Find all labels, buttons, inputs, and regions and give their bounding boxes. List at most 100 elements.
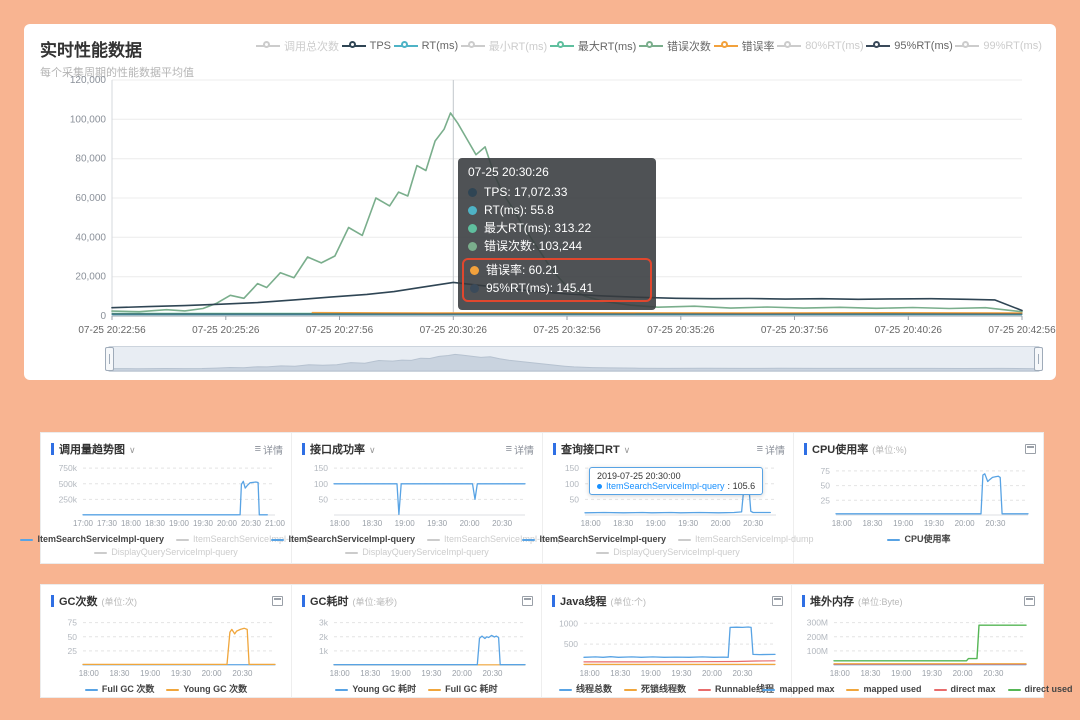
svg-text:250k: 250k — [59, 494, 78, 504]
svg-text:07-25 20:42:56: 07-25 20:42:56 — [988, 325, 1056, 336]
legend-item[interactable]: mapped used — [846, 683, 922, 696]
expand-icon[interactable] — [772, 596, 783, 606]
legend-item[interactable]: ItemSearchServiceImpl-query — [522, 533, 666, 546]
detail-link[interactable]: ≡ 详情 — [757, 442, 785, 457]
cpu-usage-chart[interactable]: 25 50 75 18:00 18:30 19:00 19:30 20:00 20:30 — [800, 457, 1038, 531]
legend-item[interactable]: 死锁线程数 — [623, 683, 686, 696]
legend-item[interactable]: DisplayQueryServiceImpl-query — [94, 546, 238, 559]
legend-item[interactable]: Young GC 次数 — [166, 683, 247, 696]
card-title-dropdown[interactable]: 接口成功率 ∨ — [310, 440, 376, 458]
series-dot — [468, 241, 477, 251]
legend-item[interactable]: 95%RT(ms) — [866, 40, 953, 52]
svg-text:19:00: 19:00 — [391, 669, 412, 678]
svg-text:18:30: 18:30 — [860, 669, 881, 678]
legend-marker — [271, 538, 285, 541]
card-gc-count: GC次数 (单位:次) 25 50 75 18:00 18:30 19:00 19:30 20… — [41, 585, 292, 697]
chevron-down-icon: ∨ — [623, 445, 631, 455]
svg-text:18:30: 18:30 — [362, 519, 383, 528]
chart-legend: mapped max mapped used direct max direct us… — [762, 683, 1073, 696]
card-api-success-rate: 接口成功率 ∨ ≡ 详情 50 100 150 18:00 18:30 19:00 19:30 2… — [271, 433, 563, 563]
legend-item[interactable]: ItemSearchServiceImpl-query — [20, 533, 164, 546]
list-icon: ≡ — [254, 443, 261, 455]
legend-marker — [345, 551, 359, 554]
expand-icon[interactable] — [1025, 444, 1036, 454]
legend-marker — [428, 688, 442, 691]
svg-text:300M: 300M — [807, 618, 828, 628]
card-title-dropdown[interactable]: 查询接口RT ∨ — [561, 440, 630, 458]
series-dot — [597, 483, 602, 489]
svg-text:2k: 2k — [319, 632, 329, 642]
title-accent-bar — [302, 443, 305, 455]
card-title: GC耗时 — [310, 596, 349, 608]
card-title-dropdown[interactable]: 调用量趋势图 ∨ — [59, 440, 136, 458]
svg-text:19:30: 19:30 — [421, 669, 442, 678]
legend-marker — [623, 688, 637, 691]
expand-icon[interactable] — [272, 596, 283, 606]
expand-icon[interactable] — [522, 596, 533, 606]
tooltip-timestamp: 07-25 20:30:26 — [468, 165, 549, 179]
slider-handle-left[interactable] — [105, 347, 114, 371]
legend-item[interactable]: RT(ms) — [393, 40, 458, 52]
chart-legend: Full GC 次数 Young GC 次数 — [41, 683, 291, 696]
legend-item[interactable]: 错误率 — [713, 38, 775, 54]
legend-item[interactable]: ItemSearchServiceImpl-query — [271, 533, 415, 546]
legend-item[interactable]: Young GC 耗时 — [335, 683, 416, 696]
gc-duration-chart[interactable]: 1k 2k 3k 18:00 18:30 19:00 19:30 20:00 20:30 — [298, 609, 535, 681]
slider-handle-right[interactable] — [1034, 347, 1043, 371]
legend-item[interactable]: 最大RT(ms) — [549, 38, 636, 54]
legend-item[interactable]: CPU使用率 — [887, 533, 951, 546]
svg-text:19:30: 19:30 — [171, 669, 192, 678]
detail-link[interactable]: ≡ 详情 — [255, 442, 283, 457]
success-rate-chart[interactable]: 50 100 150 18:00 18:30 19:00 19:30 20:00 20:30 — [298, 457, 536, 531]
datazoom-slider[interactable] — [105, 346, 1043, 372]
legend-item[interactable]: 最小RT(ms) — [460, 38, 547, 54]
svg-text:19:30: 19:30 — [193, 519, 214, 528]
tooltip-row: 错误率: 60.21 — [470, 261, 644, 279]
detail-link[interactable]: ≡ 详情 — [506, 442, 534, 457]
legend-item[interactable]: 80%RT(ms) — [777, 40, 864, 52]
legend-item[interactable]: 99%RT(ms) — [955, 40, 1042, 52]
svg-text:20,000: 20,000 — [75, 272, 106, 283]
metrics-row-1: 调用量趋势图 ∨ ≡ 详情 250k 500k 750k 17:00 17:30 18:00 1… — [20, 432, 1044, 564]
title-accent-bar — [51, 443, 54, 455]
svg-text:150: 150 — [565, 463, 579, 473]
legend-item[interactable]: mapped max — [762, 683, 834, 696]
legend-item[interactable]: direct max — [933, 683, 996, 696]
card-query-api-rt: 查询接口RT ∨ ≡ 详情 50 100 150 18:00 18:30 19:00 19:30… — [522, 433, 814, 563]
svg-text:20:00: 20:00 — [460, 519, 481, 528]
tooltip-row: 最大RT(ms): 313.22 — [468, 219, 646, 237]
svg-text:18:30: 18:30 — [862, 519, 883, 528]
svg-text:20:30: 20:30 — [492, 519, 513, 528]
chevron-down-icon: ∨ — [369, 445, 376, 455]
legend-marker — [341, 41, 366, 51]
off-heap-memory-chart[interactable]: 100M 200M 300M 18:00 18:30 19:00 19:30 20:00 20:… — [798, 609, 1037, 681]
legend-marker — [20, 538, 34, 541]
legend-marker — [762, 688, 776, 691]
legend-item[interactable]: 调用总次数 — [256, 38, 339, 54]
svg-text:19:30: 19:30 — [427, 519, 448, 528]
legend-item[interactable]: 线程总数 — [558, 683, 612, 696]
gc-count-chart[interactable]: 25 50 75 18:00 18:30 19:00 19:30 20:00 20:30 — [47, 609, 285, 681]
svg-text:19:00: 19:00 — [169, 519, 190, 528]
svg-text:20:30: 20:30 — [732, 669, 753, 678]
legend-item[interactable]: 错误次数 — [638, 38, 711, 54]
expand-icon[interactable] — [1024, 596, 1035, 606]
legend-marker — [1007, 688, 1021, 691]
legend-marker — [866, 41, 891, 51]
legend-marker — [698, 688, 711, 691]
legend-marker — [256, 41, 280, 51]
legend-item[interactable]: DisplayQueryServiceImpl-query — [596, 546, 740, 559]
java-threads-chart[interactable]: 500 1000 18:00 18:30 19:00 19:30 20:00 20:30 — [548, 609, 785, 681]
chart-legend: 调用总次数 TPS RT(ms) 最小RT(ms) 最大RT(ms) 错误次数 错误率 80%… — [256, 38, 1042, 54]
datazoom-profile — [109, 353, 1039, 371]
legend-item[interactable]: DisplayQueryServiceImpl-query — [345, 546, 489, 559]
call-volume-chart[interactable]: 250k 500k 750k 17:00 17:30 18:00 18:30 19:00 19:… — [47, 457, 286, 531]
legend-item[interactable]: direct used — [1007, 683, 1073, 696]
svg-text:18:00: 18:00 — [832, 519, 853, 528]
legend-item[interactable]: Full GC 耗时 — [428, 683, 498, 696]
svg-text:07-25 20:25:26: 07-25 20:25:26 — [192, 325, 260, 336]
chart-legend: ItemSearchServiceImpl-query ItemSearchSer… — [271, 533, 563, 559]
svg-text:19:30: 19:30 — [678, 519, 699, 528]
legend-item[interactable]: TPS — [341, 40, 391, 52]
legend-item[interactable]: Full GC 次数 — [84, 683, 154, 696]
